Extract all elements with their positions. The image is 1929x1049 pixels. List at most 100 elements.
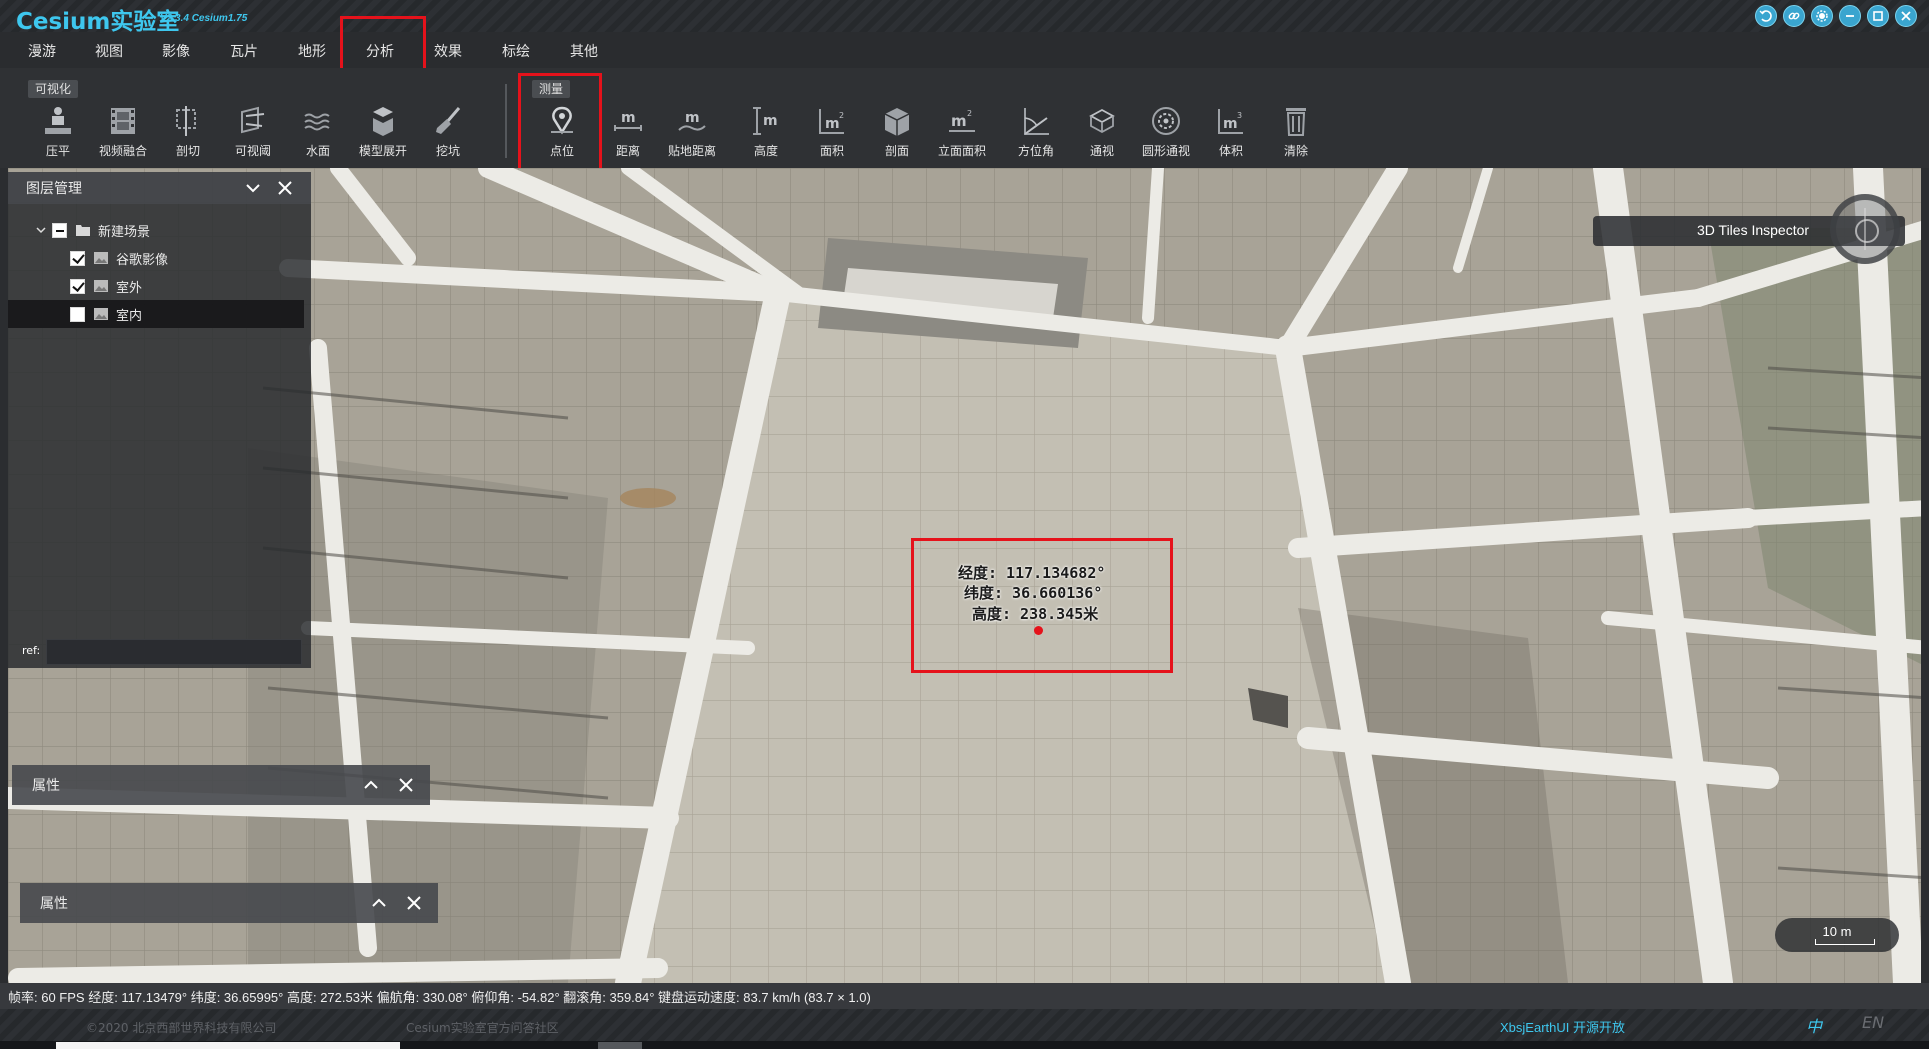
tree-node-layer[interactable]: 谷歌影像: [8, 244, 304, 272]
svg-text:2: 2: [839, 111, 844, 120]
viewport-right-border: [1921, 168, 1929, 983]
chevron-up-icon[interactable]: [362, 776, 380, 794]
tree-node-label: 新建场景: [98, 224, 151, 240]
tool-profile[interactable]: 剖面: [867, 104, 927, 159]
menu-item-terrain[interactable]: 地形: [298, 41, 326, 61]
tool-facade-area[interactable]: m2 立面面积: [932, 104, 992, 159]
close-icon[interactable]: [276, 179, 294, 197]
tool-area[interactable]: m2 面积: [802, 104, 862, 159]
tree-node-label: 谷歌影像: [116, 252, 169, 268]
property-panel-title: 属性: [40, 896, 68, 912]
svg-text:m: m: [825, 116, 840, 132]
tool-circular-sight[interactable]: 圆形通视: [1136, 104, 1196, 159]
shovel-icon: [436, 107, 461, 134]
menu-item-view[interactable]: 视图: [95, 41, 123, 61]
image-icon: [94, 252, 108, 264]
menu-bar: 漫游 视图 影像 瓦片 地形 分析 效果 标绘 其他: [0, 32, 1929, 68]
window-controls: [1755, 5, 1917, 27]
viewshed-icon: [241, 106, 265, 134]
layer-checkbox[interactable]: [70, 306, 85, 322]
ground-distance-icon: m: [678, 110, 706, 131]
chevron-up-icon[interactable]: [370, 894, 388, 912]
ribbon-toolbar: 可视化 测量 压平 视频融合 剖切 可视阈 水面 模型展开 挖坑 点位 m 距离…: [0, 68, 1929, 168]
profile-icon: [884, 108, 910, 136]
menu-item-plotting[interactable]: 标绘: [502, 41, 530, 61]
menu-item-tiles[interactable]: 瓦片: [230, 41, 258, 61]
folder-icon: [76, 225, 90, 236]
scale-ruler: [1815, 939, 1875, 945]
taskbar-button: [598, 1042, 642, 1049]
close-icon[interactable]: [405, 894, 423, 912]
tool-ground-distance[interactable]: m 贴地距离: [662, 104, 722, 159]
tool-distance[interactable]: m 距离: [598, 104, 658, 159]
property-panel-title: 属性: [32, 778, 60, 794]
root-checkbox[interactable]: [52, 222, 67, 238]
tool-model-explode[interactable]: 模型展开: [353, 104, 413, 159]
svg-text:m: m: [1223, 116, 1238, 132]
ref-label: ref:: [22, 644, 41, 657]
tool-clear[interactable]: 清除: [1266, 104, 1326, 159]
flatten-icon: [45, 107, 71, 134]
tool-volume[interactable]: m3 体积: [1201, 104, 1261, 159]
height-readout: 高度: 238.345米: [972, 605, 1099, 623]
lang-zh-button[interactable]: 中: [1806, 1013, 1822, 1037]
tool-water[interactable]: 水面: [288, 104, 348, 159]
menu-item-effects[interactable]: 效果: [434, 41, 462, 61]
link-icon[interactable]: [1783, 5, 1805, 27]
tool-viewshed[interactable]: 可视阈: [223, 104, 283, 159]
tool-clip[interactable]: 剖切: [158, 104, 218, 159]
tool-flatten[interactable]: 压平: [28, 104, 88, 159]
scale-label: 10 m: [1822, 924, 1852, 939]
settings-icon[interactable]: [1811, 5, 1833, 27]
chevron-down-icon[interactable]: [244, 179, 262, 197]
film-icon: [111, 108, 135, 134]
app-version: V2.3.4 Cesium1.75: [160, 13, 248, 24]
svg-text:m: m: [763, 113, 778, 129]
minimize-icon[interactable]: [1839, 5, 1861, 27]
tree-node-layer[interactable]: 室外: [8, 272, 304, 300]
close-icon[interactable]: [397, 776, 415, 794]
maximize-icon[interactable]: [1867, 5, 1889, 27]
svg-text:2: 2: [967, 109, 972, 118]
water-icon: [304, 113, 330, 131]
title-bar: Cesium实验室 V2.3.4 Cesium1.75: [0, 0, 1929, 35]
distance-icon: m: [614, 110, 642, 131]
svg-text:m: m: [951, 112, 967, 130]
tree-node-root[interactable]: 新建场景: [8, 216, 304, 244]
circular-sight-icon: [1152, 107, 1180, 135]
layer-checkbox[interactable]: [70, 250, 85, 266]
trash-icon: [1286, 108, 1306, 136]
status-bar: 帧率: 60 FPS 经度: 117.13479° 纬度: 36.65995° …: [0, 983, 1929, 1009]
tool-line-of-sight[interactable]: 通视: [1072, 104, 1132, 159]
property-panel: 属性: [12, 765, 430, 805]
layer-panel-header: 图层管理: [8, 172, 311, 204]
tool-azimuth[interactable]: 方位角: [1006, 104, 1066, 159]
layer-checkbox[interactable]: [70, 278, 85, 294]
tree-node-layer[interactable]: 室内: [8, 300, 304, 328]
taskbar-window: [56, 1042, 400, 1049]
svg-text:3: 3: [1237, 111, 1242, 120]
close-icon[interactable]: [1895, 5, 1917, 27]
copyright-text: ©2020 北京西部世界科技有限公司: [86, 1021, 277, 1035]
chevron-down-icon[interactable]: [36, 225, 46, 235]
compass-icon[interactable]: [1830, 194, 1900, 264]
open-source-link[interactable]: XbsjEarthUI 开源开放: [1500, 1017, 1625, 1036]
tool-excavate[interactable]: 挖坑: [418, 104, 478, 159]
undo-icon[interactable]: [1755, 5, 1777, 27]
community-link[interactable]: Cesium实验室官方问答社区: [406, 1019, 559, 1036]
menu-item-imagery[interactable]: 影像: [162, 41, 190, 61]
ref-input[interactable]: [46, 639, 302, 665]
svg-text:m: m: [621, 110, 636, 126]
tool-video-fusion[interactable]: 视频融合: [93, 104, 153, 159]
tree-node-label: 室外: [116, 280, 143, 296]
property-panel: 属性: [20, 883, 438, 923]
lang-en-button[interactable]: EN: [1862, 1013, 1884, 1032]
volume-icon: m3: [1218, 109, 1243, 134]
area-icon: m2: [819, 109, 844, 134]
clip-icon: [176, 106, 196, 136]
tool-height[interactable]: m 高度: [736, 104, 796, 159]
line-of-sight-icon: [1089, 108, 1115, 134]
menu-item-roam[interactable]: 漫游: [28, 41, 56, 61]
menu-item-other[interactable]: 其他: [570, 41, 598, 61]
azimuth-icon: [1024, 108, 1049, 135]
